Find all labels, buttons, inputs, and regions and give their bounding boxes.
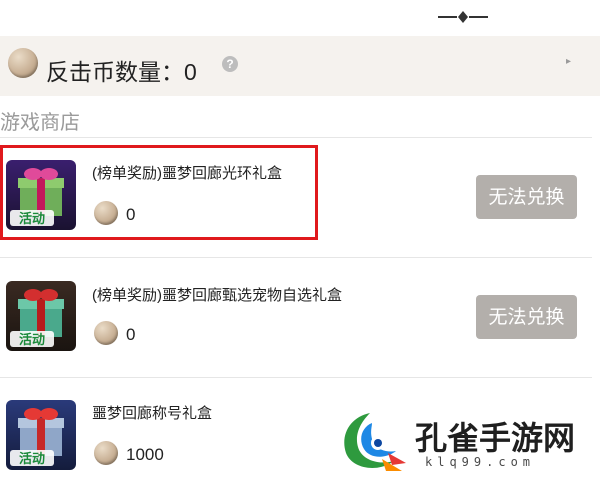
divider [0, 257, 592, 258]
peacock-logo-icon [344, 413, 406, 471]
watermark-url: klq99.com [425, 455, 536, 469]
exchange-button[interactable]: 无法兑换 [476, 175, 577, 219]
item-price: 0 [126, 325, 136, 344]
highlight-frame [0, 145, 318, 240]
watermark-brand: 孔雀手游网 [415, 419, 576, 457]
activity-tag-text: 活动 [19, 332, 45, 348]
chevron-right-icon: ▸ [566, 56, 572, 67]
gift-box-icon: 活动 [6, 400, 76, 470]
shop-section-title: 游戏商店 [0, 112, 80, 134]
item-name: 噩梦回廊称号礼盒 [92, 405, 213, 422]
activity-tag-text: 活动 [19, 451, 45, 467]
help-icon[interactable]: ? [222, 56, 238, 72]
ornament-icon [438, 11, 488, 23]
coin-icon [94, 321, 118, 345]
coin-icon [8, 48, 38, 78]
coin-balance-bar[interactable]: 反击币数量：0 ? ▸ [0, 36, 600, 96]
exchange-button[interactable]: 无法兑换 [476, 295, 577, 339]
gift-box-icon: 活动 [6, 281, 76, 351]
item-price: 1000 [126, 445, 164, 464]
divider [0, 377, 592, 378]
divider [0, 137, 592, 138]
item-name: (榜单奖励)噩梦回廊甄选宠物自选礼盒 [92, 287, 342, 304]
watermark: 孔雀手游网 klq99.com [330, 405, 600, 478]
coin-icon [94, 441, 118, 465]
coin-balance-label: 反击币数量：0 [46, 59, 197, 85]
